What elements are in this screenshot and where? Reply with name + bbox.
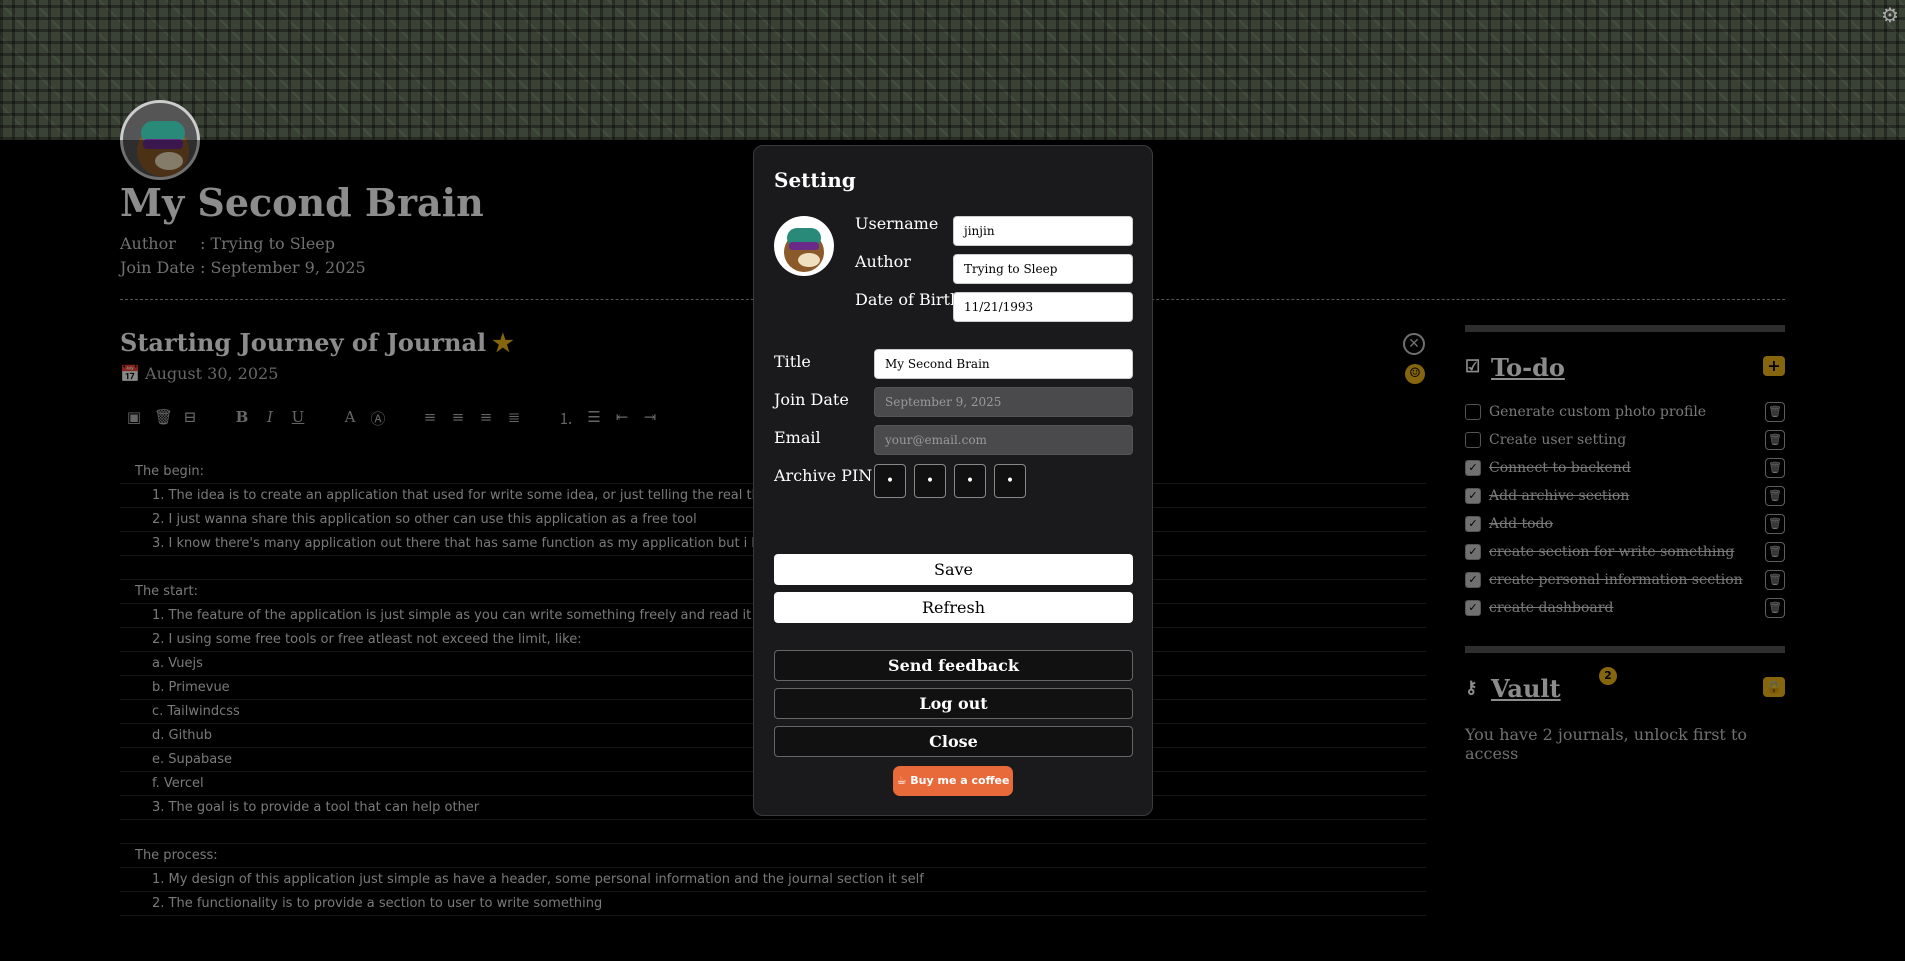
refresh-button[interactable]: Refresh [774, 592, 1133, 623]
email-label: Email [774, 428, 821, 447]
username-label: Username [855, 214, 939, 233]
save-button[interactable]: Save [774, 554, 1133, 585]
pin-digit-input[interactable]: • [994, 464, 1026, 498]
join-date-label: Join Date [774, 390, 849, 409]
pin-digit-input[interactable]: • [914, 464, 946, 498]
dob-label: Date of Birth [855, 290, 961, 309]
author-input[interactable]: Trying to Sleep [953, 254, 1133, 284]
close-button[interactable]: Close [774, 726, 1133, 757]
coffee-label: Buy me a coffee [910, 774, 1010, 787]
logout-button[interactable]: Log out [774, 688, 1133, 719]
archive-pin-label: Archive PIN [774, 466, 873, 485]
send-feedback-button[interactable]: Send feedback [774, 650, 1133, 681]
settings-modal: Setting Username jinjin Author Trying to… [753, 145, 1153, 816]
dob-input[interactable]: 11/21/1993 [953, 292, 1133, 322]
settings-avatar[interactable] [774, 216, 834, 276]
pin-digit-input[interactable]: • [954, 464, 986, 498]
username-input[interactable]: jinjin [953, 216, 1133, 246]
title-input[interactable]: My Second Brain [874, 349, 1133, 379]
join-date-input: September 9, 2025 [874, 387, 1133, 417]
modal-title: Setting [774, 168, 856, 192]
author-label: Author [855, 252, 911, 271]
title-label: Title [774, 352, 811, 371]
buy-coffee-button[interactable]: ☕ Buy me a coffee [893, 766, 1013, 796]
coffee-icon: ☕ [896, 774, 907, 787]
pin-digit-input[interactable]: • [874, 464, 906, 498]
email-input[interactable]: your@email.com [874, 425, 1133, 455]
